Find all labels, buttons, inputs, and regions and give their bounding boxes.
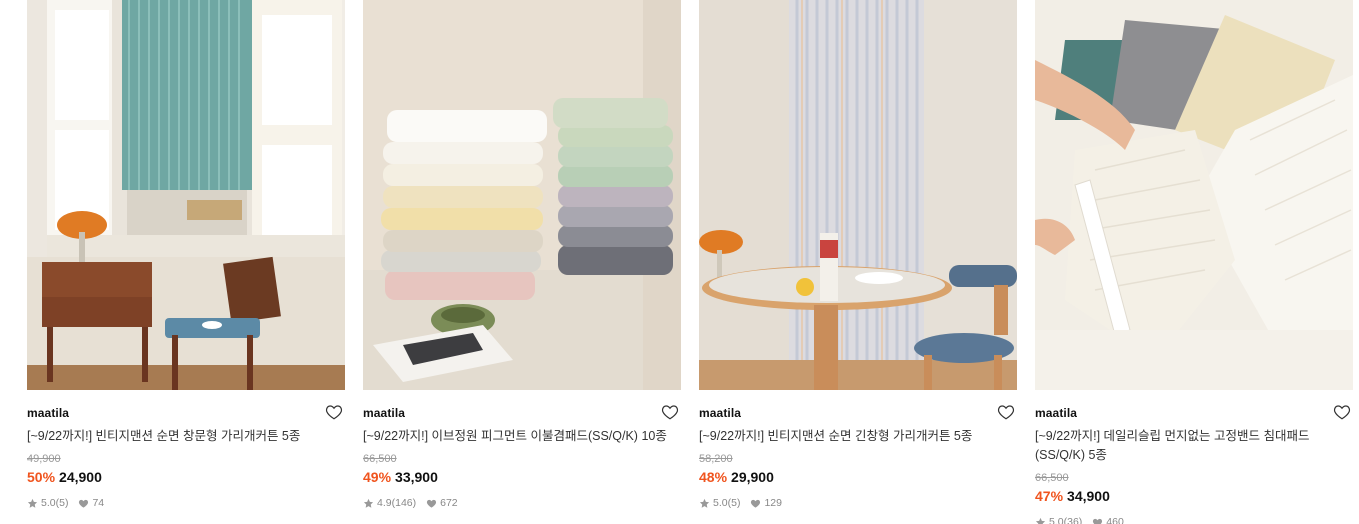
price-row: 48% 29,900 [699,469,1017,487]
product-grid: maatila [~9/22까지!] 빈티지맨션 순면 창문형 가리개커튼 5종… [0,0,1359,524]
discount-rate: 47% [1035,488,1064,504]
rating: 4.9 [377,497,392,509]
product-stats: 5.0 (36) 460 [1035,515,1353,524]
discount-rate: 50% [27,469,56,485]
brand-name[interactable]: maatila [1035,406,1077,420]
product-card[interactable]: maatila [~9/22까지!] 데일리슬립 먼지없는 고정밴드 침대패드(… [1035,0,1353,524]
brand-name[interactable]: maatila [27,406,69,420]
original-price: 58,200 [699,453,733,465]
price-row: 49% 33,900 [363,469,681,487]
product-card[interactable]: maatila [~9/22까지!] 빈티지맨션 순면 긴창형 가리개커튼 5종… [699,0,1017,510]
product-image[interactable] [27,0,345,390]
product-stats: 4.9 (146) 672 [363,496,681,510]
product-stats: 5.0 (5) 129 [699,496,1017,510]
star-icon [363,498,374,509]
review-count: (5) [55,497,69,509]
product-title[interactable]: [~9/22까지!] 데일리슬립 먼지없는 고정밴드 침대패드(SS/Q/K) … [1035,427,1335,465]
heart-count-icon [78,498,89,509]
rating: 5.0 [1049,516,1064,524]
star-icon [699,498,710,509]
product-image[interactable] [1035,0,1353,390]
wishlist-heart-icon[interactable] [1333,403,1353,423]
heart-count-icon [1092,517,1103,524]
review-count: (146) [391,497,417,509]
discount-rate: 48% [699,469,728,485]
sale-price: 33,900 [395,469,438,485]
original-price: 66,500 [363,453,397,465]
like-count: 460 [1106,516,1124,524]
heart-count-icon [750,498,761,509]
like-count: 672 [440,497,458,509]
like-count: 74 [92,497,105,509]
discount-rate: 49% [363,469,392,485]
original-price: 66,500 [1035,472,1069,484]
like-count: 129 [764,497,782,509]
product-card[interactable]: maatila [~9/22까지!] 이브정원 피그먼트 이불겸패드(SS/Q/… [363,0,681,510]
sale-price: 24,900 [59,469,102,485]
product-title[interactable]: [~9/22까지!] 이브정원 피그먼트 이불겸패드(SS/Q/K) 10종 [363,427,681,446]
sale-price: 29,900 [731,469,774,485]
review-count: (5) [727,497,741,509]
wishlist-heart-icon[interactable] [997,403,1017,423]
product-title[interactable]: [~9/22까지!] 빈티지맨션 순면 긴창형 가리개커튼 5종 [699,427,1017,446]
sale-price: 34,900 [1067,488,1110,504]
heart-count-icon [426,498,437,509]
product-card[interactable]: maatila [~9/22까지!] 빈티지맨션 순면 창문형 가리개커튼 5종… [27,0,345,510]
wishlist-heart-icon[interactable] [325,403,345,423]
product-image[interactable] [363,0,681,390]
product-title[interactable]: [~9/22까지!] 빈티지맨션 순면 창문형 가리개커튼 5종 [27,427,345,446]
price-row: 47% 34,900 [1035,488,1353,506]
product-image[interactable] [699,0,1017,390]
brand-name[interactable]: maatila [699,406,741,420]
original-price: 49,900 [27,453,61,465]
price-row: 50% 24,900 [27,469,345,487]
window-curtain-photo [27,0,345,390]
rating: 5.0 [41,497,56,509]
product-stats: 5.0 (5) 74 [27,496,345,510]
review-count: (36) [1063,516,1083,524]
star-icon [27,498,38,509]
star-icon [1035,517,1046,524]
bed-pad-photo [1035,0,1353,390]
folded-quilts-photo [363,0,681,390]
long-curtain-photo [699,0,1017,390]
wishlist-heart-icon[interactable] [661,403,681,423]
rating: 5.0 [713,497,728,509]
brand-name[interactable]: maatila [363,406,405,420]
